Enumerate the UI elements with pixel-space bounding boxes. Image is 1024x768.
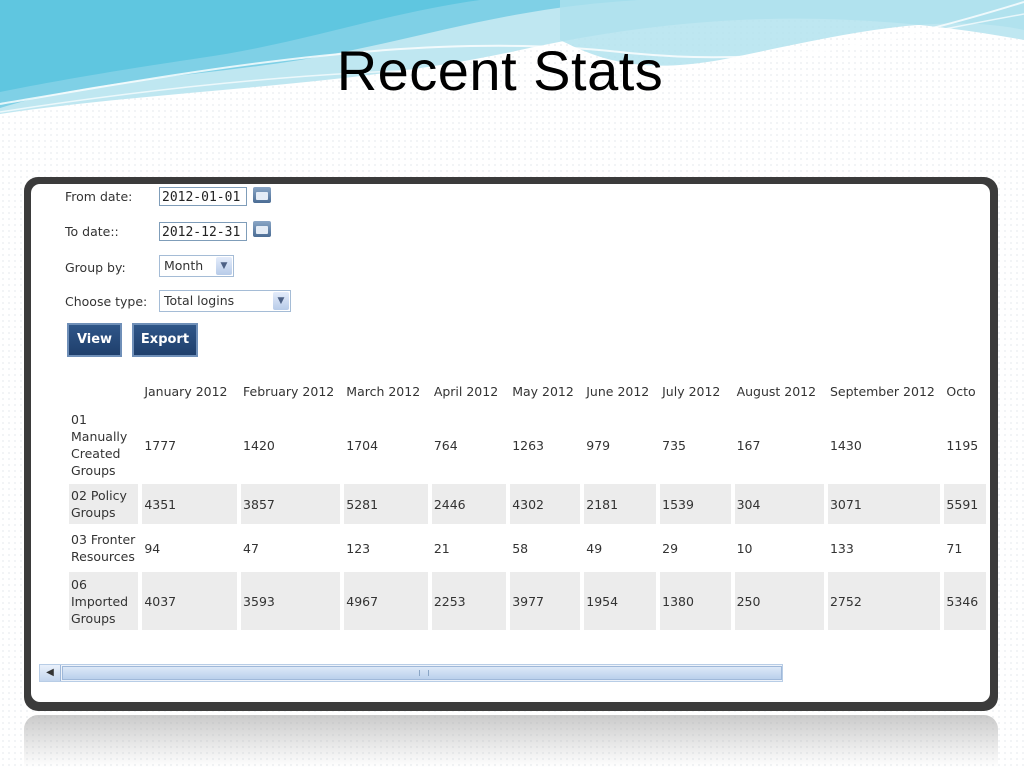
- table-cell: 167: [736, 437, 761, 453]
- scrollbar-thumb[interactable]: [62, 666, 782, 680]
- table-cell: 3857: [241, 484, 341, 524]
- table-cell: 94: [144, 540, 161, 556]
- stats-table-container: January 2012 February 2012 March 2012 Ap…: [65, 374, 990, 632]
- chevron-down-icon[interactable]: ▼: [273, 292, 289, 310]
- table-cell: 2446: [431, 484, 507, 524]
- from-date-label: From date:: [65, 189, 133, 204]
- to-date-label: To date::: [65, 224, 119, 239]
- table-cell: 3593: [241, 572, 341, 630]
- table-cell: 4037: [142, 572, 238, 630]
- table-row: 02 Policy Groups 4351 3857 5281 2446 430…: [69, 484, 986, 524]
- table-cell: 1420: [243, 437, 275, 453]
- column-header: April 2012: [433, 383, 499, 399]
- table-cell: 58: [512, 540, 529, 556]
- column-header: May 2012: [512, 383, 574, 399]
- corner-cell: [69, 376, 138, 406]
- choose-type-value: Total logins: [164, 293, 235, 308]
- table-row: 01 Manually Created Groups 1777 1420 170…: [69, 408, 986, 482]
- table-cell: 250: [734, 572, 824, 630]
- calendar-icon[interactable]: [253, 221, 271, 237]
- arrow-left-icon[interactable]: ◀: [40, 665, 61, 681]
- table-header-row: January 2012 February 2012 March 2012 Ap…: [69, 376, 986, 406]
- table-cell: 21: [433, 540, 450, 556]
- table-cell: 1954: [584, 572, 657, 630]
- slide-title: Recent Stats: [336, 39, 664, 102]
- table-cell: 1430: [829, 437, 862, 453]
- row-label: 03 Fronter Resources: [71, 532, 136, 564]
- row-label: 01 Manually Created Groups: [71, 412, 128, 478]
- column-header: January 2012: [144, 383, 228, 399]
- table-cell: 5346: [944, 572, 986, 630]
- table-cell: 2253: [431, 572, 507, 630]
- table-cell: 979: [586, 437, 611, 453]
- table-cell: 123: [346, 540, 371, 556]
- choose-type-select[interactable]: Total logins ▼: [159, 290, 291, 312]
- table-cell: 4967: [344, 572, 428, 630]
- table-cell: 3977: [510, 572, 581, 630]
- table-cell: 10: [736, 540, 753, 556]
- table-cell: 735: [662, 437, 686, 453]
- table-cell: 5591: [944, 484, 986, 524]
- calendar-icon[interactable]: [253, 187, 271, 203]
- table-cell: 47: [243, 540, 259, 556]
- frame-reflection: [24, 715, 998, 768]
- column-header: February 2012: [243, 383, 335, 399]
- table-cell: 1539: [660, 484, 731, 524]
- table-cell: 1195: [946, 437, 979, 453]
- choose-type-label: Choose type:: [65, 294, 148, 309]
- from-date-input[interactable]: 2012-01-01: [159, 187, 247, 206]
- table-cell: 1777: [144, 437, 177, 453]
- stats-table: January 2012 February 2012 March 2012 Ap…: [65, 374, 990, 632]
- view-button[interactable]: View: [67, 323, 122, 357]
- to-date-input[interactable]: 2012-12-31: [159, 222, 247, 241]
- column-header: March 2012: [346, 383, 421, 399]
- table-cell: 5281: [344, 484, 428, 524]
- table-cell: 2752: [827, 572, 941, 630]
- table-cell: 4351: [142, 484, 238, 524]
- stats-panel: From date: 2012-01-01 To date:: 2012-12-…: [31, 184, 990, 702]
- group-by-select[interactable]: Month ▼: [159, 255, 234, 277]
- table-cell: 3071: [827, 484, 941, 524]
- row-label: 02 Policy Groups: [69, 484, 139, 524]
- screenshot-frame: From date: 2012-01-01 To date:: 2012-12-…: [24, 177, 998, 711]
- column-header: July 2012: [662, 383, 721, 399]
- export-button[interactable]: Export: [132, 323, 198, 357]
- table-cell: 4302: [510, 484, 581, 524]
- column-header: Octo: [946, 383, 976, 399]
- chevron-down-icon[interactable]: ▼: [216, 257, 232, 275]
- table-cell: 1380: [660, 572, 731, 630]
- table-cell: 1704: [346, 437, 379, 453]
- table-cell: 133: [829, 540, 854, 556]
- horizontal-scrollbar[interactable]: ◀: [39, 664, 783, 682]
- table-cell: 1263: [512, 437, 544, 453]
- table-row: 06 Imported Groups 4037 3593 4967 2253 3…: [69, 572, 986, 630]
- group-by-value: Month: [164, 258, 204, 273]
- table-cell: 71: [946, 540, 963, 556]
- table-cell: 2181: [584, 484, 657, 524]
- row-label: 06 Imported Groups: [69, 572, 139, 630]
- table-cell: 29: [662, 540, 679, 556]
- group-by-label: Group by:: [65, 260, 126, 275]
- table-row: 03 Fronter Resources 94 47 123 21 58 49 …: [69, 526, 986, 570]
- grip-icon: [419, 670, 429, 676]
- column-header: September 2012: [829, 383, 935, 399]
- column-header: August 2012: [736, 383, 817, 399]
- table-cell: 304: [734, 484, 824, 524]
- table-cell: 49: [586, 540, 603, 556]
- column-header: June 2012: [586, 383, 650, 399]
- table-cell: 764: [433, 437, 458, 453]
